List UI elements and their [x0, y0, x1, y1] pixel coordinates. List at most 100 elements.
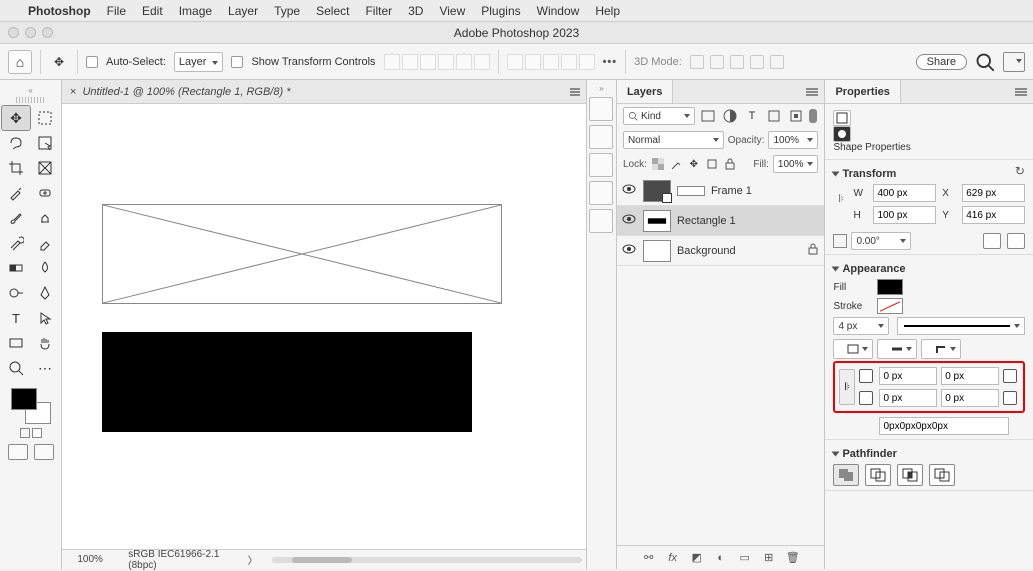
properties-panel-menu-icon[interactable] [1015, 91, 1027, 93]
dock-panel-5[interactable] [589, 209, 613, 233]
type-tool[interactable]: T [2, 306, 30, 330]
y-input[interactable] [962, 206, 1025, 224]
layer-thumbnail[interactable] [643, 180, 671, 202]
flip-horizontal-icon[interactable] [983, 233, 1001, 249]
distribute-3-icon[interactable] [543, 54, 559, 70]
stroke-caps-select[interactable] [877, 339, 917, 359]
layer-row[interactable]: Rectangle 1 [617, 206, 825, 236]
corner-summary-input[interactable] [879, 417, 1009, 435]
delete-layer-icon[interactable]: 🗑 [786, 551, 800, 564]
corner-tr-input[interactable] [941, 367, 999, 385]
menu-image[interactable]: Image [179, 4, 212, 18]
menu-layer[interactable]: Layer [228, 4, 258, 18]
screen-mode-icon[interactable] [34, 444, 54, 460]
stroke-style-select[interactable] [897, 317, 1025, 335]
pathfinder-intersect-icon[interactable] [897, 464, 923, 486]
fill-opacity-input[interactable]: 100% [773, 155, 819, 173]
filter-adjust-icon[interactable] [721, 108, 739, 124]
adjustment-layer-icon[interactable]: ◐ [714, 552, 728, 564]
filter-shape-icon[interactable] [765, 108, 783, 124]
healing-tool[interactable] [31, 181, 59, 205]
menu-plugins[interactable]: Plugins [481, 4, 520, 18]
distribute-1-icon[interactable] [507, 54, 523, 70]
align-right-icon[interactable] [420, 54, 436, 70]
layer-group-icon[interactable]: ▭ [738, 551, 752, 564]
menu-select[interactable]: Select [316, 4, 349, 18]
properties-tab[interactable]: Properties [825, 80, 900, 103]
scrollbar-horizontal[interactable] [272, 557, 582, 563]
flip-vertical-icon[interactable] [1007, 233, 1025, 249]
width-input[interactable] [873, 184, 936, 202]
close-tab-icon[interactable]: × [70, 86, 76, 98]
move-tool[interactable]: ✥ [2, 106, 30, 130]
lock-artboard-icon[interactable] [705, 157, 719, 171]
pen-tool[interactable] [31, 281, 59, 305]
lock-transparency-icon[interactable] [651, 157, 665, 171]
visibility-toggle[interactable] [621, 214, 637, 227]
stroke-color-swatch[interactable] [877, 298, 903, 314]
object-select-tool[interactable] [31, 131, 59, 155]
dock-panel-3[interactable] [589, 153, 613, 177]
eyedropper-tool[interactable] [2, 181, 30, 205]
document-tab[interactable]: × Untitled-1 @ 100% (Rectangle 1, RGB/8)… [62, 80, 586, 104]
pathfinder-section-toggle[interactable]: Pathfinder [833, 448, 1025, 460]
layer-mask-icon[interactable]: ◩ [690, 551, 704, 564]
lock-pixels-icon[interactable] [669, 157, 683, 171]
link-layers-icon[interactable]: ⚯ [642, 551, 656, 564]
menu-window[interactable]: Window [537, 4, 580, 18]
visibility-toggle[interactable] [621, 184, 637, 197]
status-chevron-icon[interactable]: 〉 [248, 552, 258, 567]
lock-icon[interactable] [806, 243, 820, 258]
eraser-tool[interactable] [31, 231, 59, 255]
search-icon[interactable] [975, 52, 995, 72]
auto-select-target[interactable]: Layer [174, 52, 224, 72]
layer-mask-thumbnail[interactable] [677, 186, 705, 196]
share-button[interactable]: Share [916, 54, 967, 70]
toolbox-expand-icon[interactable]: « [28, 86, 32, 95]
show-transform-checkbox[interactable] [231, 56, 243, 68]
dock-panel-2[interactable] [589, 125, 613, 149]
lock-all-icon[interactable] [723, 157, 737, 171]
default-swap-colors[interactable] [20, 428, 42, 438]
3d-pan-icon[interactable] [730, 55, 744, 69]
blur-tool[interactable] [31, 256, 59, 280]
distribute-4-icon[interactable] [561, 54, 577, 70]
height-input[interactable] [873, 206, 936, 224]
rotation-input[interactable]: 0.00° [851, 232, 911, 250]
opacity-input[interactable]: 100% [768, 131, 818, 149]
filter-type-icon[interactable]: T [743, 108, 761, 124]
toolbox-grip[interactable] [16, 97, 46, 103]
menu-type[interactable]: Type [274, 4, 300, 18]
pathfinder-exclude-icon[interactable] [929, 464, 955, 486]
visibility-toggle[interactable] [621, 244, 637, 257]
filter-toggle[interactable] [809, 109, 817, 123]
dodge-tool[interactable] [2, 281, 30, 305]
window-zoom[interactable] [42, 27, 53, 38]
brush-tool[interactable] [2, 206, 30, 230]
layer-name[interactable]: Background [677, 245, 736, 257]
distribute-5-icon[interactable] [579, 54, 595, 70]
layers-panel-menu-icon[interactable] [806, 91, 818, 93]
3d-slide-icon[interactable] [750, 55, 764, 69]
3d-zoom-icon[interactable] [770, 55, 784, 69]
dock-panel-1[interactable] [589, 97, 613, 121]
window-minimize[interactable] [25, 27, 36, 38]
crop-tool[interactable] [2, 156, 30, 180]
frame-tool[interactable] [31, 156, 59, 180]
appearance-section-toggle[interactable]: Appearance [833, 263, 1025, 275]
corner-br-input[interactable] [941, 389, 999, 407]
menu-file[interactable]: File [107, 4, 126, 18]
fill-color-swatch[interactable] [877, 279, 903, 295]
layer-thumbnail[interactable] [643, 240, 671, 262]
x-input[interactable] [962, 184, 1025, 202]
lock-position-icon[interactable]: ✥ [687, 157, 701, 171]
edit-toolbar[interactable]: ⋯ [31, 356, 59, 380]
layer-fx-icon[interactable]: fx [666, 552, 680, 564]
zoom-level[interactable]: 100% [66, 554, 114, 565]
link-dimensions-icon[interactable]: 𝄆 [833, 184, 849, 214]
auto-select-checkbox[interactable] [86, 56, 98, 68]
align-hcenter-icon[interactable] [402, 54, 418, 70]
reset-transform-icon[interactable]: ↻ [1015, 164, 1025, 178]
3d-orbit-icon[interactable] [690, 55, 704, 69]
clone-stamp-tool[interactable] [31, 206, 59, 230]
